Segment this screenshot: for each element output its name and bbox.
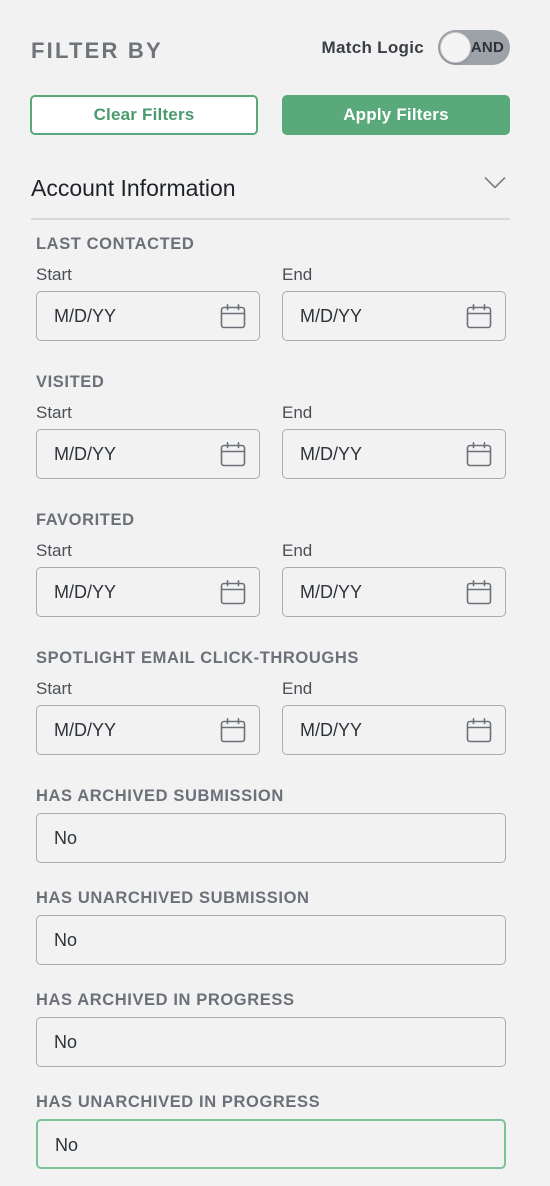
favorited-filter: FAVORITED Start End M/D/YY M/D/YY xyxy=(36,511,506,621)
filter-label: SPOTLIGHT EMAIL CLICK-THROUGHS xyxy=(36,649,359,667)
clear-filters-button[interactable]: Clear Filters xyxy=(30,95,258,135)
select-value: No xyxy=(54,930,78,950)
filter-label: HAS ARCHIVED SUBMISSION xyxy=(36,787,284,805)
has-unarchived-in-progress-filter: HAS UNARCHIVED IN PROGRESS No xyxy=(36,1093,506,1171)
toggle-knob xyxy=(440,32,471,63)
visited-filter: VISITED Start End M/D/YY M/D/YY xyxy=(36,373,506,483)
date-placeholder: M/D/YY xyxy=(300,720,363,740)
has-unarchived-submission-select[interactable]: No xyxy=(36,915,506,965)
filter-actions: Clear Filters Apply Filters xyxy=(30,95,510,135)
filter-label: HAS UNARCHIVED SUBMISSION xyxy=(36,889,310,907)
calendar-icon[interactable] xyxy=(466,718,492,743)
start-label: Start xyxy=(36,265,72,284)
match-logic-value: AND xyxy=(470,39,504,56)
match-logic-label: Match Logic xyxy=(321,38,424,57)
has-archived-submission-filter: HAS ARCHIVED SUBMISSION No xyxy=(36,787,506,865)
filter-label: VISITED xyxy=(36,373,105,391)
end-label: End xyxy=(282,265,313,284)
section-title: Account Information xyxy=(31,175,236,201)
date-placeholder: M/D/YY xyxy=(300,444,363,464)
select-value: No xyxy=(55,1135,79,1155)
end-label: End xyxy=(282,403,313,422)
end-date-input[interactable]: M/D/YY xyxy=(282,291,506,341)
end-date-input[interactable]: M/D/YY xyxy=(282,567,506,617)
date-placeholder: M/D/YY xyxy=(54,306,117,326)
start-label: Start xyxy=(36,403,72,422)
start-date-input[interactable]: M/D/YY xyxy=(36,291,260,341)
end-date-input[interactable]: M/D/YY xyxy=(282,705,506,755)
has-archived-in-progress-filter: HAS ARCHIVED IN PROGRESS No xyxy=(36,991,506,1069)
filter-label: HAS UNARCHIVED IN PROGRESS xyxy=(36,1093,321,1111)
select-value: No xyxy=(54,828,78,848)
filter-label: FAVORITED xyxy=(36,511,135,529)
calendar-icon[interactable] xyxy=(220,718,246,743)
date-placeholder: M/D/YY xyxy=(300,306,363,326)
chevron-down-icon xyxy=(484,177,506,189)
date-placeholder: M/D/YY xyxy=(300,582,363,602)
calendar-icon[interactable] xyxy=(220,580,246,605)
end-label: End xyxy=(282,541,313,560)
filter-header: FILTER BY Match Logic AND xyxy=(31,30,510,66)
date-placeholder: M/D/YY xyxy=(54,582,117,602)
date-placeholder: M/D/YY xyxy=(54,720,117,740)
end-label: End xyxy=(282,679,313,698)
apply-filters-button[interactable]: Apply Filters xyxy=(282,95,510,135)
start-label: Start xyxy=(36,541,72,560)
start-date-input[interactable]: M/D/YY xyxy=(36,429,260,479)
calendar-icon[interactable] xyxy=(466,304,492,329)
select-value: No xyxy=(54,1032,78,1052)
has-unarchived-in-progress-select[interactable]: No xyxy=(36,1119,506,1169)
calendar-icon[interactable] xyxy=(220,442,246,467)
calendar-icon[interactable] xyxy=(466,442,492,467)
date-placeholder: M/D/YY xyxy=(54,444,117,464)
has-unarchived-submission-filter: HAS UNARCHIVED SUBMISSION No xyxy=(36,889,506,967)
filter-label: LAST CONTACTED xyxy=(36,235,195,253)
calendar-icon[interactable] xyxy=(466,580,492,605)
calendar-icon[interactable] xyxy=(220,304,246,329)
has-archived-submission-select[interactable]: No xyxy=(36,813,506,863)
match-logic-toggle[interactable]: AND xyxy=(438,30,510,65)
start-date-input[interactable]: M/D/YY xyxy=(36,567,260,617)
filter-label: HAS ARCHIVED IN PROGRESS xyxy=(36,991,295,1009)
has-archived-in-progress-select[interactable]: No xyxy=(36,1017,506,1067)
last-contacted-filter: LAST CONTACTED Start End M/D/YY M/D/YY xyxy=(36,235,506,345)
end-date-input[interactable]: M/D/YY xyxy=(282,429,506,479)
start-date-input[interactable]: M/D/YY xyxy=(36,705,260,755)
start-label: Start xyxy=(36,679,72,698)
spotlight-email-click-throughs-filter: SPOTLIGHT EMAIL CLICK-THROUGHS Start End… xyxy=(36,649,506,759)
filter-panel: FILTER BY Match Logic AND Clear Filters … xyxy=(0,0,550,1186)
account-information-section-header[interactable]: Account Information xyxy=(31,172,510,220)
filter-title: FILTER BY xyxy=(31,38,163,63)
